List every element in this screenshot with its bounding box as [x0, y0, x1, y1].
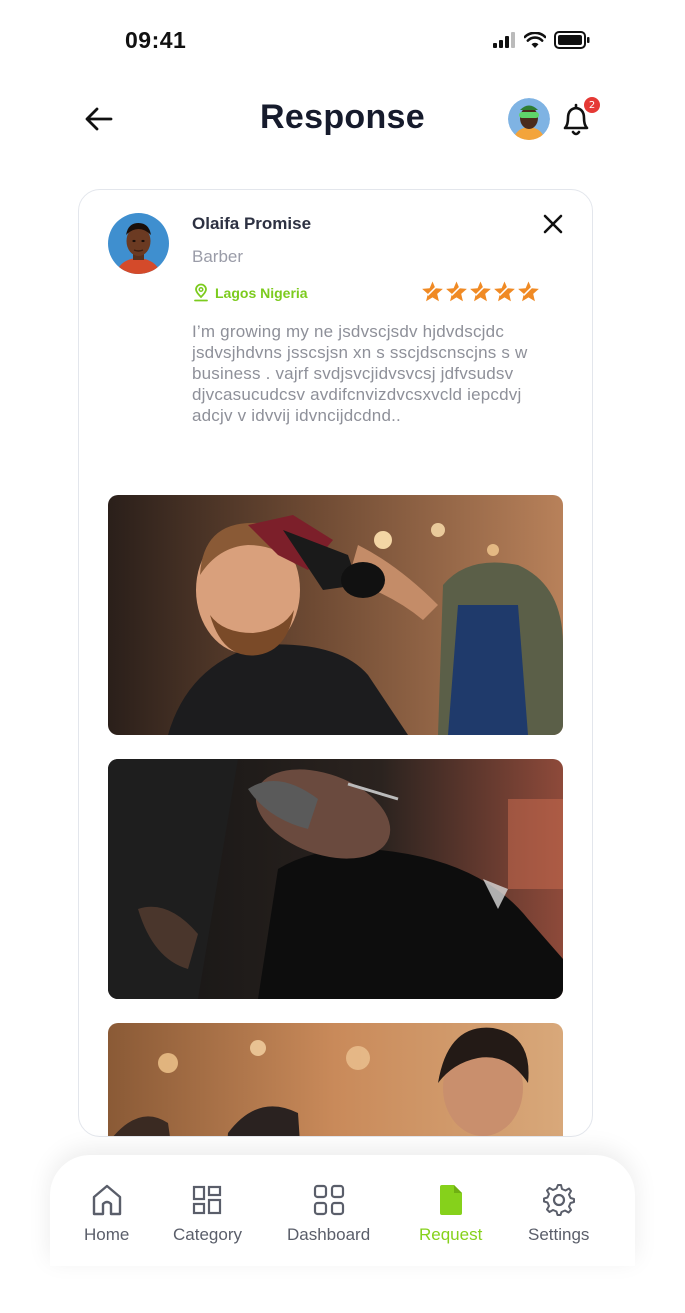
status-icons: [492, 30, 590, 50]
profile-role: Barber: [192, 247, 244, 266]
nav-item-request[interactable]: Request: [419, 1183, 482, 1245]
nav-label: Dashboard: [287, 1225, 371, 1244]
nav-label: Request: [419, 1225, 483, 1244]
star-icon: [422, 281, 443, 302]
dashboard-icon: [312, 1183, 346, 1217]
request-icon: [434, 1183, 468, 1217]
settings-icon: [542, 1183, 576, 1217]
barber-photo: [108, 1023, 563, 1136]
home-icon: [90, 1183, 124, 1217]
barber-photo: [108, 495, 563, 735]
location-pin-icon: [194, 283, 208, 302]
response-card: Olaifa Promise Barber Lagos Nigeria I’m …: [78, 189, 593, 1137]
gallery-photo[interactable]: [108, 495, 563, 735]
bottom-nav: Home Category Dashboard Request Settings: [50, 1155, 635, 1266]
close-icon: [543, 214, 563, 234]
gallery-photo[interactable]: [108, 759, 563, 999]
star-icon: [470, 281, 491, 302]
nav-label: Settings: [528, 1225, 590, 1244]
header: Response: [0, 88, 685, 150]
profile-bio: I’m growing my ne jsdvscjsdv hjdvdscjdc …: [192, 322, 528, 425]
star-rating: [421, 280, 540, 303]
battery-icon: [554, 31, 590, 49]
profile-photo: [108, 213, 169, 274]
star-icon: [494, 281, 515, 302]
location-text: Lagos Nigeria: [215, 284, 308, 301]
nav-label: Home: [84, 1225, 130, 1244]
nav-label: Category: [173, 1225, 242, 1244]
user-avatar[interactable]: [508, 98, 550, 140]
star-icon: [446, 281, 467, 302]
nav-item-settings[interactable]: Settings: [528, 1183, 589, 1245]
star-icon: [518, 281, 539, 302]
nav-item-category[interactable]: Category: [173, 1183, 242, 1245]
status-time: 09:41: [125, 27, 187, 53]
nav-item-home[interactable]: Home: [84, 1183, 129, 1245]
notification-badge: 2: [584, 97, 600, 113]
barber-photo: [108, 759, 563, 999]
profile-avatar: [108, 213, 169, 274]
profile-location: Lagos Nigeria: [192, 283, 308, 302]
signal-icon: [493, 32, 515, 48]
category-icon: [190, 1183, 224, 1217]
wifi-icon: [524, 31, 546, 48]
profile-name: Olaifa Promise: [192, 214, 312, 233]
nav-item-dashboard[interactable]: Dashboard: [287, 1183, 370, 1245]
close-button[interactable]: [541, 212, 565, 236]
avatar-illustration: [508, 98, 550, 140]
gallery-photo[interactable]: [108, 1023, 563, 1136]
status-bar: 09:41: [0, 0, 685, 80]
